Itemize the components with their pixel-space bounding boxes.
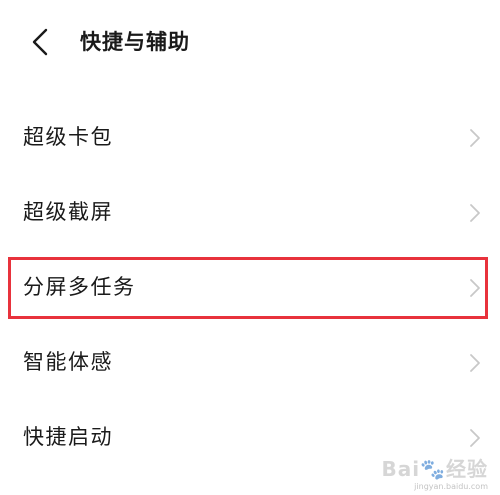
menu-item-split-screen-multitask[interactable]: 分屏多任务 [0, 250, 500, 325]
chevron-right-icon [470, 354, 480, 372]
menu-item-label: 智能体感 [23, 350, 113, 374]
menu-item-super-screenshot[interactable]: 超级截屏 [0, 175, 500, 250]
menu-item-smart-motion[interactable]: 智能体感 [0, 325, 500, 400]
chevron-right-icon [470, 204, 480, 222]
watermark-subtext: jingyan.baidu.com [414, 482, 488, 491]
menu-item-quick-launch[interactable]: 快捷启动 [0, 400, 500, 475]
menu-item-label: 超级卡包 [23, 125, 113, 149]
page-title: 快捷与辅助 [80, 30, 190, 54]
header-bar: 快捷与辅助 [0, 0, 500, 85]
menu-item-label: 快捷启动 [23, 425, 113, 449]
menu-item-super-card-pack[interactable]: 超级卡包 [0, 100, 500, 175]
chevron-left-icon [32, 28, 48, 56]
menu-item-label: 超级截屏 [23, 200, 113, 224]
chevron-right-icon [470, 129, 480, 147]
back-button[interactable] [22, 24, 58, 60]
settings-menu: 超级卡包 超级截屏 分屏多任务 智能体感 快捷启动 [0, 100, 500, 475]
chevron-right-icon [470, 279, 480, 297]
settings-page: 快捷与辅助 超级卡包 超级截屏 分屏多任务 智能体感 快捷启动 Bai🐾经验 j… [0, 0, 500, 495]
menu-item-label: 分屏多任务 [23, 275, 136, 299]
chevron-right-icon [470, 429, 480, 447]
